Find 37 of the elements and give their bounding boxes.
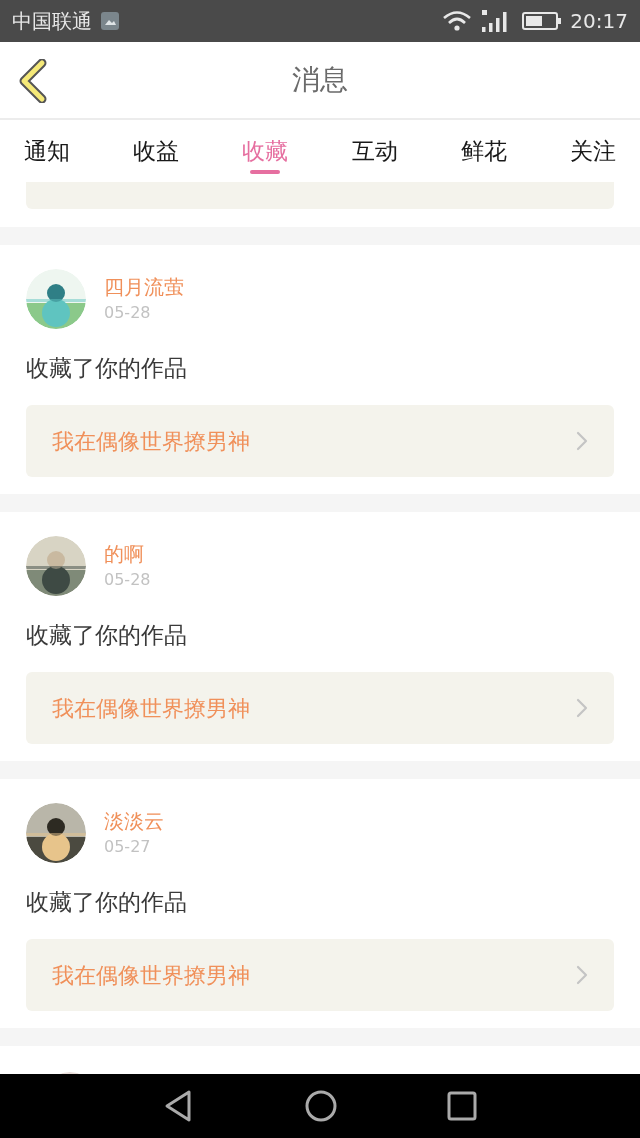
tab[interactable]: 互动 (351, 120, 398, 182)
work-title: 我在偶像世界撩男神 (52, 961, 250, 990)
tab-indicator (250, 170, 281, 174)
image-notification-icon (100, 11, 120, 31)
chevron-right-icon (576, 698, 588, 718)
user-name[interactable]: 的啊 (104, 540, 151, 568)
tab[interactable]: 关注 (569, 120, 616, 182)
work-title: 我在偶像世界撩男神 (52, 427, 250, 456)
tab[interactable]: 收藏 (242, 120, 289, 182)
tab[interactable]: 通知 (24, 120, 70, 182)
wifi-icon (442, 10, 473, 32)
back-triangle-icon (163, 1089, 193, 1123)
message-text: 收藏了你的作品 (25, 888, 188, 917)
user-name[interactable]: 淡淡云 (104, 807, 164, 835)
recents-nav-button[interactable] (447, 1091, 477, 1121)
chevron-right-icon (576, 431, 588, 451)
chevron-right-icon (576, 965, 588, 985)
message-date: 05-27 (104, 836, 152, 858)
message-text: 收藏了你的作品 (25, 621, 188, 650)
work-link-card[interactable]: 我在偶像世界撩男神 (26, 405, 614, 477)
home-nav-button[interactable] (305, 1090, 337, 1122)
home-circle-icon (305, 1090, 337, 1122)
battery-icon (522, 11, 563, 31)
work-title: 我在偶像世界撩男神 (52, 694, 250, 723)
work-link-card[interactable]: 我在偶像世界撩男神 (26, 939, 614, 1011)
carrier-name: 中国联通 (12, 8, 92, 35)
work-link-card[interactable]: 我在偶像世界撩男神 (26, 672, 614, 744)
clock-time: 20:17 (570, 8, 628, 35)
tab[interactable]: 鲜花 (460, 120, 507, 182)
message-text: 收藏了你的作品 (25, 354, 188, 383)
recents-square-icon (447, 1091, 477, 1121)
message-date: 05-28 (104, 302, 152, 324)
message-date: 05-28 (104, 569, 151, 591)
user-name[interactable]: 四月流萤 (104, 273, 184, 301)
tab[interactable]: 收益 (133, 120, 180, 182)
page-title: 消息 (292, 62, 348, 98)
back-icon (18, 59, 48, 103)
